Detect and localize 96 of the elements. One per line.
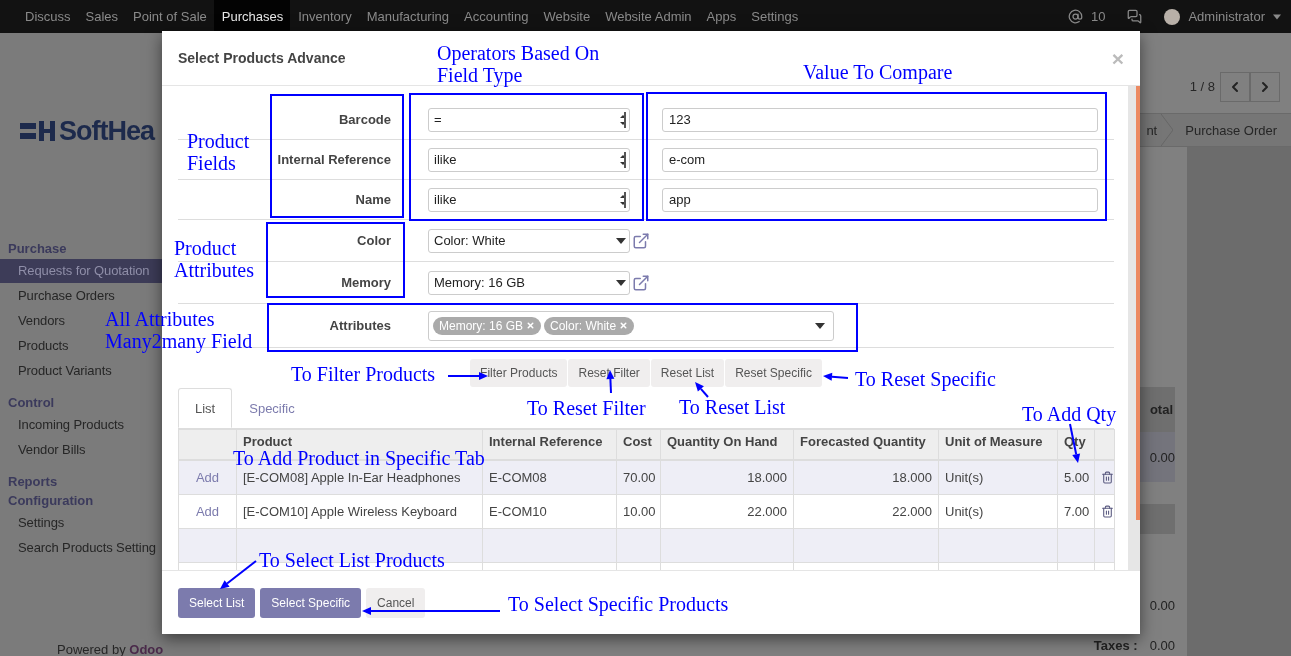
field-label: Name (355, 192, 391, 207)
dropdown-arrow-icon (620, 191, 626, 208)
logo-text: SoftHea (59, 115, 154, 147)
user-avatar[interactable] (1164, 8, 1181, 25)
table-cell: E-COM10 (482, 494, 617, 528)
menu-item[interactable]: Manufacturing (358, 0, 457, 33)
menu-item[interactable]: Discuss (17, 0, 78, 33)
remove-icon[interactable] (619, 321, 629, 330)
annotation-label: Value To Compare (803, 61, 953, 83)
value-input[interactable]: app (662, 187, 1098, 212)
annotation-arrow (823, 372, 849, 381)
table-cell: [E-COM10] Apple Wireless Keyboard (236, 494, 483, 528)
mention-count: 10 (1090, 9, 1106, 24)
dropdown-arrow-icon (620, 111, 626, 128)
annotation-label: To Filter Products (291, 363, 436, 385)
section-title: Purchase (7, 240, 67, 258)
taxes-label: Taxes : (1093, 638, 1138, 653)
caret-icon (616, 279, 626, 286)
value-input[interactable]: e-com (662, 147, 1098, 172)
table-cell: 22.000 (660, 494, 794, 528)
operator-select[interactable]: ilike (428, 187, 630, 212)
external-link-icon[interactable] (632, 273, 650, 292)
menu-item[interactable]: Website Admin (597, 0, 699, 33)
table-cell: Unit(s) (938, 494, 1058, 528)
section-title: Configuration (7, 492, 94, 510)
pager-text: 1 / 8 (1189, 78, 1215, 96)
dialog-title: Select Products Advance (178, 50, 346, 66)
caret-icon (1273, 13, 1281, 20)
scrollbar[interactable] (1128, 86, 1140, 570)
annotation-label: To Reset Filter (527, 397, 646, 419)
chat-icon[interactable] (1127, 9, 1143, 24)
column-header: Cost (616, 429, 661, 460)
status-stage[interactable]: nt (1146, 122, 1162, 138)
table-cell: Unit(s) (938, 459, 1058, 494)
delete-icon[interactable] (1101, 470, 1114, 484)
action-button[interactable]: Reset List (650, 359, 725, 387)
column-header: Quantity On Hand (660, 429, 794, 460)
annotation-label: Operators Based On Field Type (437, 42, 600, 86)
next-button[interactable] (1250, 72, 1280, 102)
annotation-label: To Select Specific Products (508, 593, 729, 615)
tab[interactable]: List (178, 388, 233, 428)
menu-item[interactable]: Website (535, 0, 598, 33)
logo-icon (20, 119, 56, 143)
action-button[interactable]: Reset Filter (568, 359, 650, 387)
external-link-icon[interactable] (632, 231, 650, 250)
table-cell: 18.000 (660, 459, 794, 494)
field-label: Internal Reference (277, 152, 391, 167)
table-cell: 18.000 (793, 459, 939, 494)
action-button[interactable]: Reset Specific (725, 359, 822, 387)
value-input[interactable]: 123 (662, 107, 1098, 132)
annotation-label: To Add Product in Specific Tab (233, 447, 485, 469)
menu-item[interactable]: Accounting (456, 0, 536, 33)
attribute-select[interactable]: Color: White (428, 228, 630, 253)
taxes-amount: 0.00 (1149, 638, 1175, 653)
previous-button[interactable] (1220, 72, 1250, 102)
field-label: Barcode (338, 112, 391, 127)
operator-select[interactable]: ilike (428, 147, 630, 172)
attribute-select[interactable]: Memory: 16 GB (428, 270, 630, 295)
section-title: Reports (7, 473, 58, 491)
menu-item[interactable]: Settings (743, 0, 806, 33)
delete-icon[interactable] (1101, 504, 1114, 518)
column-header: Forecasted Quantity (793, 429, 939, 460)
annotation-label: Product Fields (187, 130, 250, 174)
field-label: Memory (341, 275, 391, 290)
footer-button[interactable]: Select List (178, 587, 256, 618)
powered-by-text: Powered by Odoo (56, 642, 165, 656)
annotation-label: To Reset Specific (855, 368, 996, 390)
table-cell: 22.000 (793, 494, 939, 528)
dropdown-arrow-icon (620, 151, 626, 168)
menu-item[interactable]: Point of Sale (125, 0, 214, 33)
menu-item[interactable]: Apps (698, 0, 744, 33)
field-label: Attributes (329, 318, 391, 333)
menu-item[interactable]: Inventory (290, 0, 359, 33)
caret-icon (616, 237, 626, 244)
annotation-arrow (220, 560, 257, 589)
remove-icon[interactable] (526, 321, 536, 330)
operator-select[interactable]: = (428, 107, 630, 132)
table-cell: 10.00 (616, 494, 661, 528)
action-button[interactable]: Filter Products (470, 359, 568, 387)
untaxed-amount: 0.00 (1149, 598, 1175, 613)
annotation-label: To Select List Products (259, 549, 445, 571)
menu-item[interactable]: Sales (77, 0, 126, 33)
annotation-arrow (695, 382, 709, 398)
user-name[interactable]: Administrator (1188, 9, 1265, 24)
section-title: Control (7, 394, 55, 412)
table-cell: 70.00 (616, 459, 661, 494)
caret-icon (815, 322, 825, 329)
menu-item[interactable]: Purchases (213, 0, 291, 33)
annotation-label: To Reset List (679, 396, 786, 418)
footer-button[interactable]: Cancel (366, 587, 426, 618)
table-cell: 7.00 (1057, 494, 1095, 528)
footer-button[interactable]: Select Specific (260, 587, 362, 618)
column-header: Unit of Measure (938, 429, 1058, 460)
status-stage[interactable]: Purchase Order (1173, 122, 1291, 138)
field-label: Color (357, 233, 391, 248)
mention-icon[interactable] (1067, 9, 1083, 24)
